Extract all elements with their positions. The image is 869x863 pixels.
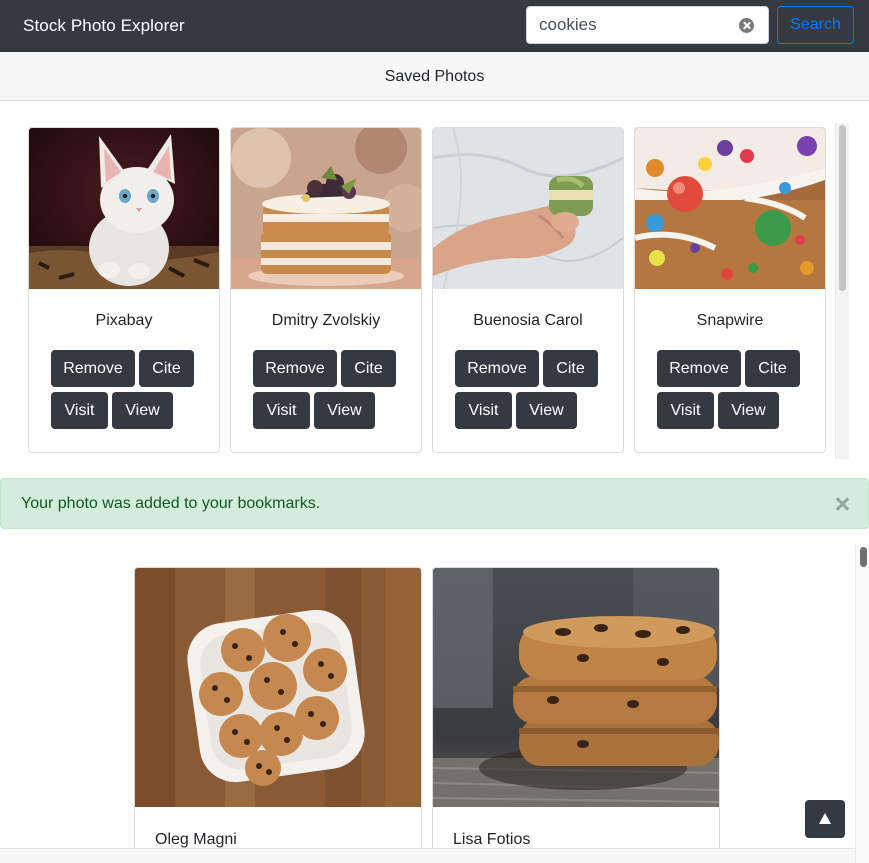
bookmark-alert: Your photo was added to your bookmarks. — [0, 478, 869, 529]
app-title[interactable]: Stock Photo Explorer — [23, 16, 185, 36]
back-to-top-button[interactable] — [805, 800, 845, 838]
photo-author: Lisa Fotios — [453, 831, 531, 848]
saved-photo-card: Snapwire Remove Cite Visit View — [634, 127, 826, 453]
view-button[interactable]: View — [516, 392, 577, 429]
layer-cake-photo[interactable] — [231, 128, 421, 289]
saved-strip-scroll-thumb[interactable] — [839, 125, 846, 291]
photo-author: Dmitry Zvolskiy — [271, 312, 381, 329]
search-button[interactable]: Search — [777, 6, 854, 44]
visit-button[interactable]: Visit — [253, 392, 310, 429]
clear-search-icon[interactable] — [739, 18, 754, 33]
cite-button[interactable]: Cite — [139, 350, 194, 387]
visit-button[interactable]: Visit — [455, 392, 512, 429]
bottom-edge — [0, 848, 855, 863]
remove-button[interactable]: Remove — [51, 350, 135, 387]
saved-photo-card: Buenosia Carol Remove Cite Visit View — [432, 127, 624, 453]
saved-photos-header: Saved Photos — [0, 52, 869, 101]
view-button[interactable]: View — [718, 392, 779, 429]
cookie-stack-photo[interactable] — [433, 568, 719, 807]
results-scroll-thumb[interactable] — [860, 547, 867, 567]
remove-button[interactable]: Remove — [455, 350, 539, 387]
hand-holding-macaron-photo[interactable] — [433, 128, 623, 289]
search-box[interactable] — [526, 6, 769, 44]
result-photo-card[interactable]: Lisa Fotios — [432, 567, 720, 863]
remove-button[interactable]: Remove — [657, 350, 741, 387]
search-results: Oleg Magni Lisa Fotios — [0, 529, 869, 863]
remove-button[interactable]: Remove — [253, 350, 337, 387]
photo-author: Oleg Magni — [155, 831, 237, 848]
photo-author: Pixabay — [95, 312, 153, 329]
photo-author: Snapwire — [696, 312, 764, 329]
search-input[interactable] — [539, 15, 729, 35]
view-button[interactable]: View — [112, 392, 173, 429]
saved-photo-card: Pixabay Remove Cite Visit View — [28, 127, 220, 453]
saved-photos-strip: Pixabay Remove Cite Visit View Dmitry Zv… — [0, 101, 869, 478]
cite-button[interactable]: Cite — [745, 350, 800, 387]
saved-photo-card: Dmitry Zvolskiy Remove Cite Visit View — [230, 127, 422, 453]
saved-strip-scrollbar[interactable] — [835, 123, 849, 459]
alert-message: Your photo was added to your bookmarks. — [21, 495, 321, 512]
visit-button[interactable]: Visit — [657, 392, 714, 429]
close-icon[interactable] — [835, 497, 849, 511]
cite-button[interactable]: Cite — [341, 350, 396, 387]
results-scrollbar[interactable] — [855, 545, 869, 863]
result-photo-card[interactable]: Oleg Magni — [134, 567, 422, 863]
photo-author: Buenosia Carol — [473, 312, 583, 329]
cite-button[interactable]: Cite — [543, 350, 598, 387]
view-button[interactable]: View — [314, 392, 375, 429]
visit-button[interactable]: Visit — [51, 392, 108, 429]
navbar: Stock Photo Explorer Search — [0, 0, 869, 52]
gingerbread-candy-photo[interactable] — [635, 128, 825, 289]
cookies-plate-photo[interactable] — [135, 568, 421, 807]
white-kitten-photo[interactable] — [29, 128, 219, 289]
